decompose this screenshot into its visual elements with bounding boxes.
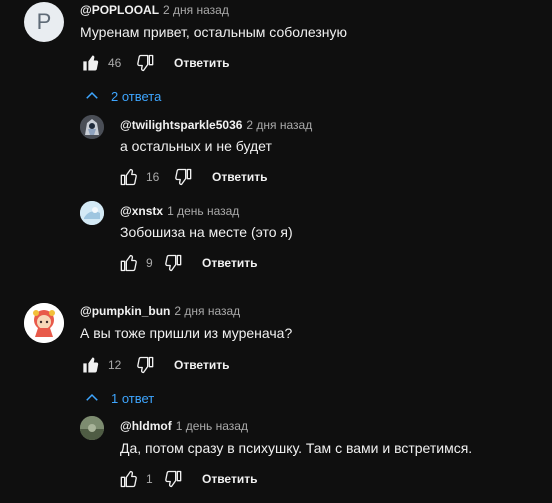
- comment-header: @pumpkin_bun 2 дня назад: [80, 304, 240, 318]
- avatar-image: [24, 303, 64, 343]
- like-icon[interactable]: [118, 253, 138, 273]
- dislike-icon[interactable]: [164, 253, 184, 273]
- comment-header: @POPLOOAL 2 дня назад: [80, 3, 229, 17]
- chevron-up-icon: [83, 389, 101, 407]
- avatar-image: [80, 201, 104, 225]
- comment-time[interactable]: 1 день назад: [176, 419, 248, 433]
- comment-text: Зобошиза на месте (это я): [120, 224, 293, 240]
- avatar[interactable]: [24, 303, 64, 343]
- comment-actions: 12 Ответить: [80, 353, 229, 377]
- comment-text: Да, потом сразу в психушку. Там с вами и…: [120, 440, 473, 456]
- comment-author[interactable]: @pumpkin_bun: [80, 304, 170, 318]
- avatar[interactable]: P: [24, 2, 64, 42]
- replies-toggle[interactable]: 1 ответ: [83, 389, 154, 407]
- comment-time[interactable]: 2 дня назад: [163, 3, 229, 17]
- replies-toggle-label: 2 ответа: [111, 88, 162, 104]
- comment-time[interactable]: 1 день назад: [167, 204, 239, 218]
- like-icon[interactable]: [80, 355, 100, 375]
- like-count: 12: [108, 358, 122, 372]
- avatar-image: [80, 416, 104, 440]
- chevron-up-icon: [83, 87, 101, 105]
- reply-button[interactable]: Ответить: [212, 170, 267, 184]
- replies-toggle[interactable]: 2 ответа: [83, 87, 161, 105]
- dislike-icon[interactable]: [174, 167, 194, 187]
- reply-button[interactable]: Ответить: [202, 472, 257, 486]
- comment-actions: 46 Ответить: [80, 51, 229, 75]
- comment-author[interactable]: @hldmof: [120, 419, 172, 433]
- comment-text: А вы тоже пришли из муренача?: [80, 325, 293, 341]
- comment-time[interactable]: 2 дня назад: [246, 118, 312, 132]
- avatar-image: [80, 115, 104, 139]
- comment-actions: 9 Ответить: [118, 251, 257, 275]
- comment-author[interactable]: @xnstx: [120, 204, 163, 218]
- dislike-icon[interactable]: [164, 469, 184, 489]
- avatar[interactable]: [80, 115, 104, 139]
- like-icon[interactable]: [118, 167, 138, 187]
- comment-header: @xnstx 1 день назад: [120, 204, 239, 218]
- avatar[interactable]: [80, 201, 104, 225]
- like-count: 1: [146, 472, 153, 486]
- like-count: 16: [146, 170, 160, 184]
- comment-author[interactable]: @twilightsparkle5036: [120, 118, 242, 132]
- avatar-letter: P: [36, 9, 52, 34]
- comment-author[interactable]: @POPLOOAL: [80, 3, 159, 17]
- replies-toggle-label: 1 ответ: [111, 390, 155, 406]
- like-count: 46: [108, 56, 122, 70]
- reply-button[interactable]: Ответить: [174, 358, 229, 372]
- comment-text: а остальных и не будет: [120, 138, 272, 154]
- comment-header: @hldmof 1 день назад: [120, 419, 248, 433]
- comment-header: @twilightsparkle5036 2 дня назад: [120, 118, 312, 132]
- avatar[interactable]: [80, 416, 104, 440]
- reply-button[interactable]: Ответить: [202, 256, 257, 270]
- comment-text: Муренам привет, остальным соболезную: [80, 24, 348, 40]
- like-icon[interactable]: [80, 53, 100, 73]
- reply-button[interactable]: Ответить: [174, 56, 229, 70]
- like-icon[interactable]: [118, 469, 138, 489]
- like-count: 9: [146, 256, 153, 270]
- comment-time[interactable]: 2 дня назад: [174, 304, 240, 318]
- comment-actions: 1 Ответить: [118, 467, 257, 491]
- dislike-icon[interactable]: [136, 53, 156, 73]
- comment-actions: 16 Ответить: [118, 165, 267, 189]
- dislike-icon[interactable]: [136, 355, 156, 375]
